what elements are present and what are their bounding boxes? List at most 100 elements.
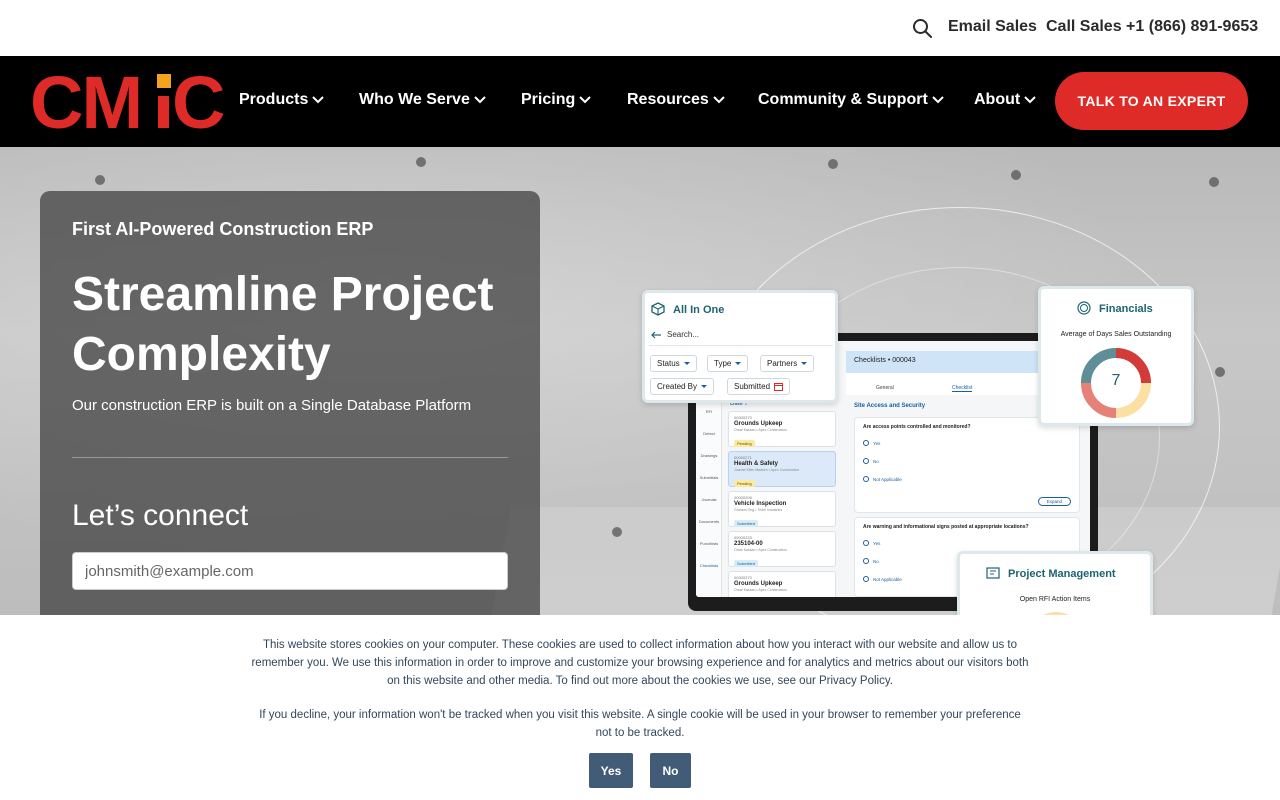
sidebar-item-punchlists: Punchlists xyxy=(699,541,719,546)
radio-icon xyxy=(863,576,869,582)
project-management-title: Project Management xyxy=(1008,568,1116,580)
wall-bolt xyxy=(1209,177,1219,187)
filter-label: Created By xyxy=(657,382,698,391)
chevron-down-icon xyxy=(579,96,591,104)
caret-down-icon xyxy=(801,362,808,365)
option-label: Not Applicable xyxy=(873,576,902,582)
svg-text:C: C xyxy=(172,66,225,136)
list-item-id: 00000271 xyxy=(734,455,752,460)
back-arrow-icon xyxy=(651,331,661,339)
talk-to-expert-button[interactable]: TALK TO AN EXPERT xyxy=(1055,72,1248,130)
status-badge: Submitted xyxy=(734,560,759,567)
option-label: Yes xyxy=(873,540,881,546)
all-in-one-title: All In One xyxy=(673,304,725,316)
nav-resources[interactable]: Resources xyxy=(627,91,725,109)
list-item-sub: Omar Kassan • Apex Construction xyxy=(734,548,787,552)
wall-bolt xyxy=(612,527,622,537)
nav-who-we-serve[interactable]: Who We Serve xyxy=(359,91,486,109)
status-badge: Pending xyxy=(734,440,755,447)
list-item-id: 00000270 xyxy=(734,575,752,580)
filter-submitted: Submitted xyxy=(727,378,791,395)
accept-cookies-button[interactable]: Yes xyxy=(589,753,633,788)
list-item-title: Grounds Upkeep xyxy=(734,581,783,587)
cookie-decline-note: If you decline, your information won't b… xyxy=(259,709,1021,739)
option-label: No xyxy=(873,458,879,464)
email-field[interactable] xyxy=(72,552,508,590)
cube-icon xyxy=(651,302,665,316)
utility-bar: Email Sales Call Sales +1 (866) 891-9653 xyxy=(0,0,1280,56)
question-text: Are access points controlled and monitor… xyxy=(863,424,971,430)
list-item-sub: Graham Ong • Tridel Industries xyxy=(734,508,783,512)
nav-products-label: Products xyxy=(239,91,309,108)
nav-products[interactable]: Products xyxy=(239,91,325,109)
filter-type: Type xyxy=(707,355,749,372)
list-item-title: 235104-00 xyxy=(734,541,763,547)
checklist-list: Date ↓ 00000270 Grounds Upkeep Omar Kass… xyxy=(724,397,840,597)
filter-status: Status xyxy=(650,355,697,372)
connect-heading: Let’s connect xyxy=(72,499,249,532)
search-icon[interactable] xyxy=(912,18,932,38)
sidebar-item-detect: Detect xyxy=(703,431,715,436)
financials-value: 7 xyxy=(1111,372,1121,389)
nav-community-support[interactable]: Community & Support xyxy=(758,91,944,109)
option-yes: Yes xyxy=(863,440,880,446)
sidebar-item-checklists: Checklists xyxy=(699,563,719,568)
hero-subhead: Our construction ERP is built on a Singl… xyxy=(72,397,472,414)
chevron-down-icon xyxy=(1024,96,1036,104)
hero-headline: Streamline Project Complexity xyxy=(72,268,494,381)
option-label: No xyxy=(873,558,879,564)
sidebar-item-submittals: Submittals xyxy=(699,475,719,480)
calendar-icon xyxy=(774,383,784,391)
sidebar-item-journals: Journals xyxy=(701,497,717,502)
caret-down-icon xyxy=(701,385,708,388)
section-title: Site Access and Security xyxy=(854,403,926,409)
list-item-sub: Joanne Ellen Madsen • Apex Construction xyxy=(734,468,800,472)
wall-bolt xyxy=(416,157,426,167)
list-item-id: 00000206 xyxy=(734,495,752,500)
filter-created-by: Created By xyxy=(650,378,715,395)
chevron-down-icon xyxy=(312,96,325,104)
nav-about-label: About xyxy=(974,91,1021,108)
chevron-down-icon xyxy=(713,96,725,104)
option-not-applicable: Not Applicable xyxy=(863,476,902,482)
nav-who-we-serve-label: Who We Serve xyxy=(359,91,470,108)
question-text: Are warning and informational signs post… xyxy=(863,524,1029,530)
wall-bolt xyxy=(1215,367,1225,377)
status-badge: Submitted xyxy=(734,520,759,527)
status-badge: Pending xyxy=(734,480,755,487)
dashboard-icon xyxy=(986,567,1000,579)
cmic-logo[interactable]: CM C xyxy=(30,66,230,136)
option-no: No xyxy=(863,558,879,564)
list-item-id: 00000233 xyxy=(734,535,752,540)
list-item-sub: Omar Kassan • Apex Construction xyxy=(734,588,787,592)
question-card: Are access points controlled and monitor… xyxy=(854,417,1080,513)
list-item-id: 00000270 xyxy=(734,415,752,420)
filter-label: Partners xyxy=(767,359,798,368)
tab-general: General xyxy=(876,385,894,391)
email-sales-link[interactable]: Email Sales xyxy=(948,18,1037,36)
filter-label: Status xyxy=(657,359,680,368)
nav-pricing[interactable]: Pricing xyxy=(521,91,591,109)
option-no: No xyxy=(863,458,879,464)
nav-resources-label: Resources xyxy=(627,91,709,108)
cookie-banner: This website stores cookies on your comp… xyxy=(0,615,1280,800)
option-label: Not Applicable xyxy=(873,476,902,482)
radio-icon xyxy=(863,440,869,446)
cookie-message: This website stores cookies on your comp… xyxy=(251,639,1029,687)
call-sales-link[interactable]: Call Sales +1 (866) 891-9653 xyxy=(1046,18,1258,36)
sidebar-item-rfi: RFI xyxy=(705,409,713,414)
wall-bolt xyxy=(828,159,838,169)
option-yes: Yes xyxy=(863,540,880,546)
radio-icon xyxy=(863,558,869,564)
sidebar-item-drawings: Drawings xyxy=(700,453,718,458)
chevron-down-icon xyxy=(932,96,944,104)
list-item: 00000270 Grounds Upkeep Omar Kassan • Ap… xyxy=(728,571,836,597)
decline-cookies-button[interactable]: No xyxy=(650,753,691,788)
nav-community-support-label: Community & Support xyxy=(758,91,928,108)
nav-about[interactable]: About xyxy=(974,91,1036,109)
filter-label: Submitted xyxy=(734,382,771,391)
main-navigation: CM C Products Who We Serve Pricing Resou… xyxy=(0,56,1280,147)
option-not-applicable: Not Applicable xyxy=(863,576,902,582)
list-item: 00000206 Vehicle Inspection Graham Ong •… xyxy=(728,491,836,527)
list-item-sub: Omar Kassan • Apex Construction xyxy=(734,428,787,432)
